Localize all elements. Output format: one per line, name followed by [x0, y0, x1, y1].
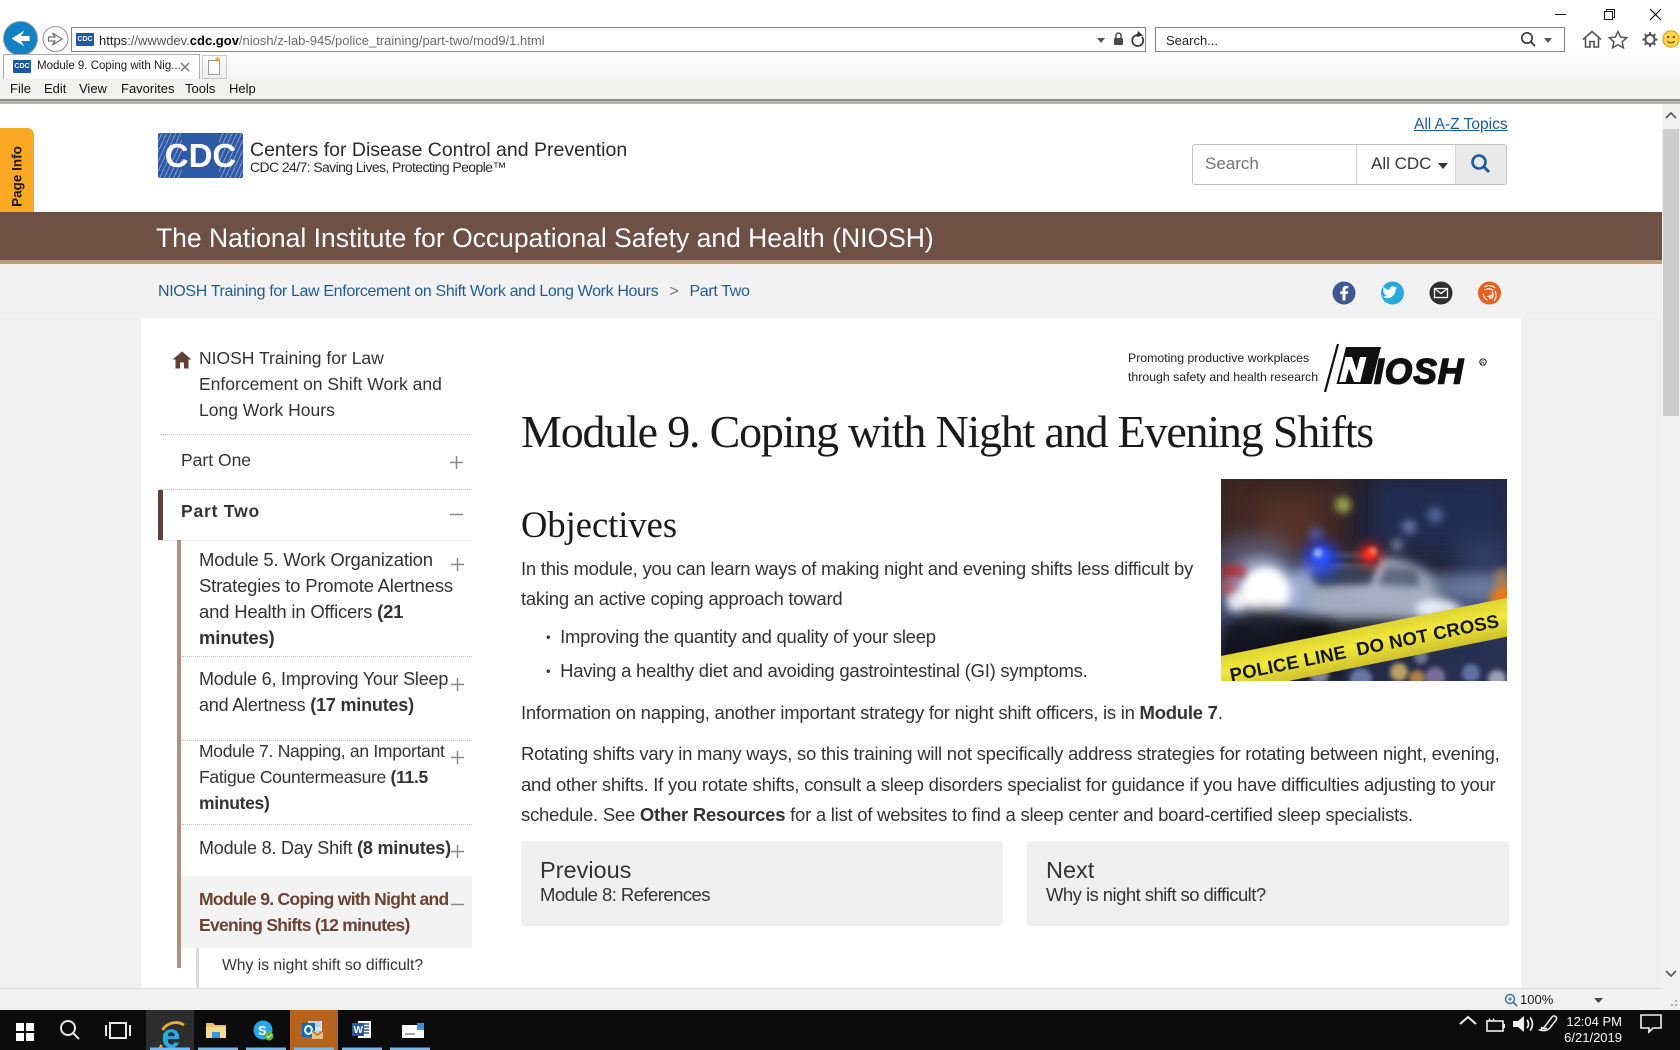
svg-text:IOSH: IOSH	[1374, 353, 1464, 392]
svg-text:R: R	[1481, 360, 1485, 366]
svg-text:W: W	[354, 1025, 364, 1036]
